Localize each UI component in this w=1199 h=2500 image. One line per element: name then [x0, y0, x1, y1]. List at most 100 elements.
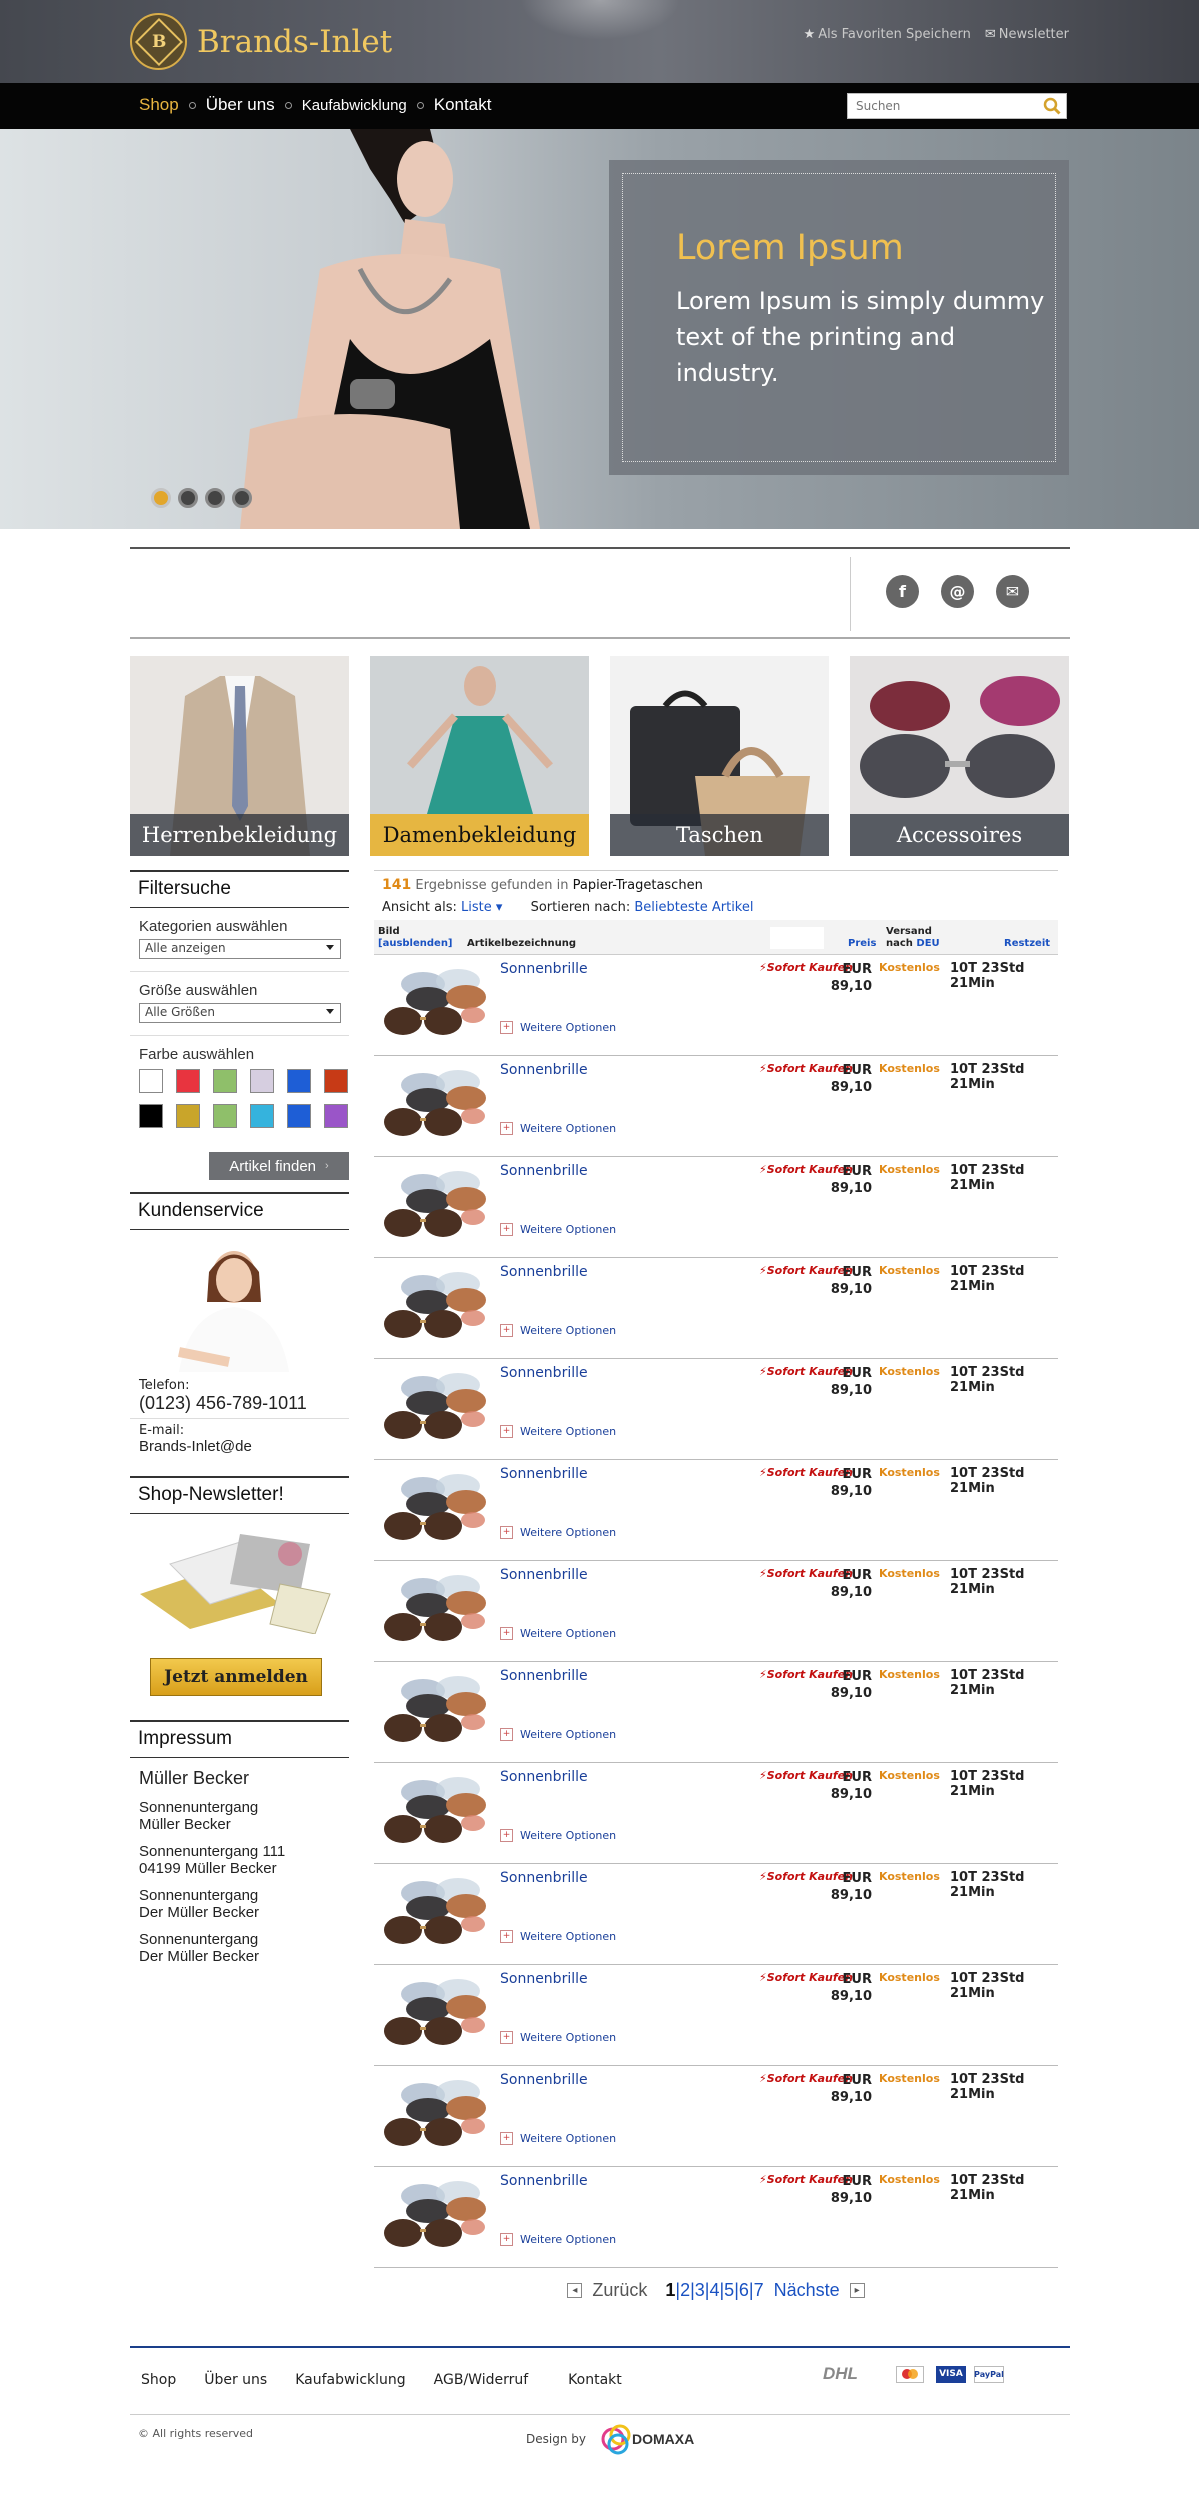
page-link[interactable]: 5: [724, 2280, 734, 2300]
category-tile-damen[interactable]: Damenbekleidung: [370, 656, 589, 856]
color-swatch[interactable]: [250, 1104, 274, 1128]
next-link[interactable]: Nächste: [774, 2280, 840, 2301]
category-tile-herren[interactable]: Herrenbekleidung: [130, 656, 349, 856]
product-name[interactable]: Sonnenbrille: [500, 1365, 588, 1381]
table-row[interactable]: Sonnenbrille + Weitere Optionen ⚡Sofort Kau…: [374, 1359, 1058, 1460]
table-row[interactable]: Sonnenbrille + Weitere Optionen ⚡Sofort Kau…: [374, 2167, 1058, 2268]
nav-item-kaufabwicklung[interactable]: Kaufabwicklung: [302, 97, 407, 114]
nav-item-kontakt[interactable]: Kontakt: [434, 95, 492, 115]
facebook-icon[interactable]: f: [886, 575, 919, 608]
more-options-link[interactable]: + Weitere Optionen: [500, 1728, 616, 1741]
slider-dot[interactable]: [178, 488, 198, 508]
category-select[interactable]: Alle anzeigen: [139, 939, 341, 959]
color-swatch[interactable]: [176, 1104, 200, 1128]
slider-dot[interactable]: [151, 488, 171, 508]
domaxa-logo-icon[interactable]: DOMAXA: [598, 2419, 694, 2459]
at-sign-icon[interactable]: @: [941, 575, 974, 608]
table-row[interactable]: Sonnenbrille + Weitere Optionen ⚡Sofort Kau…: [374, 1561, 1058, 1662]
table-row[interactable]: Sonnenbrille + Weitere Optionen ⚡Sofort Kau…: [374, 1258, 1058, 1359]
search-button[interactable]: [1042, 96, 1062, 116]
color-swatch[interactable]: [250, 1069, 274, 1093]
col-remaining[interactable]: Restzeit: [1004, 938, 1050, 950]
footer-link-kaufabwicklung[interactable]: Kaufabwicklung: [295, 2372, 405, 2388]
more-options-link[interactable]: + Weitere Optionen: [500, 2031, 616, 2044]
more-options-link[interactable]: + Weitere Optionen: [500, 1324, 616, 1337]
color-swatch[interactable]: [287, 1104, 311, 1128]
more-options-link[interactable]: + Weitere Optionen: [500, 1223, 616, 1236]
chevron-down-icon: [326, 1009, 334, 1014]
product-name[interactable]: Sonnenbrille: [500, 1567, 588, 1583]
table-row[interactable]: Sonnenbrille + Weitere Optionen ⚡Sofort Kau…: [374, 1662, 1058, 1763]
more-options-link[interactable]: + Weitere Optionen: [500, 1930, 616, 1943]
product-name[interactable]: Sonnenbrille: [500, 2072, 588, 2088]
mail-icon[interactable]: ✉: [996, 575, 1029, 608]
subscribe-button[interactable]: Jetzt anmelden: [150, 1658, 322, 1696]
sort-select[interactable]: Beliebteste Artikel: [634, 900, 753, 915]
table-row[interactable]: Sonnenbrille + Weitere Optionen ⚡Sofort Kau…: [374, 1965, 1058, 2066]
col-price[interactable]: Preis: [848, 938, 876, 950]
table-row[interactable]: Sonnenbrille + Weitere Optionen ⚡Sofort Kau…: [374, 1763, 1058, 1864]
product-name[interactable]: Sonnenbrille: [500, 1264, 588, 1280]
category-tile-accessoires[interactable]: Accessoires: [850, 656, 1069, 856]
color-swatch[interactable]: [139, 1069, 163, 1093]
page-link[interactable]: 6: [739, 2280, 749, 2300]
table-row[interactable]: Sonnenbrille + Weitere Optionen ⚡Sofort Kau…: [374, 1056, 1058, 1157]
product-name[interactable]: Sonnenbrille: [500, 1870, 588, 1886]
product-price: EUR 89,10: [830, 1467, 872, 1499]
size-select[interactable]: Alle Größen: [139, 1003, 341, 1023]
table-row[interactable]: Sonnenbrille + Weitere Optionen ⚡Sofort Kau…: [374, 2066, 1058, 2167]
view-select[interactable]: Liste ▾: [461, 900, 502, 915]
page-link[interactable]: 3: [695, 2280, 705, 2300]
table-row[interactable]: Sonnenbrille + Weitere Optionen ⚡Sofort Kau…: [374, 1460, 1058, 1561]
category-tile-taschen[interactable]: Taschen: [610, 656, 829, 856]
slider-dot[interactable]: [232, 488, 252, 508]
more-options-link[interactable]: + Weitere Optionen: [500, 1021, 616, 1034]
more-options-link[interactable]: + Weitere Optionen: [500, 1526, 616, 1539]
product-name[interactable]: Sonnenbrille: [500, 1971, 588, 1987]
more-options-link[interactable]: + Weitere Optionen: [500, 1425, 616, 1438]
product-name[interactable]: Sonnenbrille: [500, 1163, 588, 1179]
product-name[interactable]: Sonnenbrille: [500, 1062, 588, 1078]
table-row[interactable]: Sonnenbrille + Weitere Optionen ⚡Sofort Kau…: [374, 1864, 1058, 1965]
color-swatch[interactable]: [287, 1069, 311, 1093]
page-link[interactable]: 4: [709, 2280, 719, 2300]
prev-link[interactable]: Zurück: [592, 2280, 647, 2301]
table-row[interactable]: Sonnenbrille + Weitere Optionen ⚡Sofort Kau…: [374, 1157, 1058, 1258]
product-name[interactable]: Sonnenbrille: [500, 1769, 588, 1785]
page-link[interactable]: 2: [680, 2280, 690, 2300]
slider-dot[interactable]: [205, 488, 225, 508]
logo[interactable]: B Brands-Inlet: [130, 13, 392, 70]
color-swatch[interactable]: [176, 1069, 200, 1093]
nav-item-ueber-uns[interactable]: Über uns: [206, 95, 275, 115]
next-arrow-icon[interactable]: ▸: [849, 2283, 865, 2298]
table-row[interactable]: Sonnenbrille + Weitere Optionen ⚡Sofort Kau…: [374, 955, 1058, 1056]
color-swatch[interactable]: [213, 1104, 237, 1128]
footer-link-agb[interactable]: AGB/Widerruf: [434, 2372, 529, 2388]
newsletter-link[interactable]: ✉ Newsletter: [985, 27, 1069, 42]
more-options-link[interactable]: + Weitere Optionen: [500, 2132, 616, 2145]
color-swatch[interactable]: [213, 1069, 237, 1093]
email-address[interactable]: Brands-Inlet@de: [139, 1438, 340, 1455]
page-link[interactable]: 7: [754, 2280, 764, 2300]
product-name[interactable]: Sonnenbrille: [500, 1466, 588, 1482]
footer-link-shop[interactable]: Shop: [141, 2372, 176, 2388]
hide-images-link[interactable]: [ausblenden]: [378, 938, 453, 950]
prev-arrow-icon[interactable]: ◂: [567, 2283, 583, 2298]
more-options-link[interactable]: + Weitere Optionen: [500, 1122, 616, 1135]
footer-link-kontakt[interactable]: Kontakt: [568, 2372, 622, 2388]
product-name[interactable]: Sonnenbrille: [500, 2173, 588, 2189]
color-swatch[interactable]: [324, 1069, 348, 1093]
color-swatch[interactable]: [324, 1104, 348, 1128]
more-options-link[interactable]: + Weitere Optionen: [500, 2233, 616, 2246]
search-input[interactable]: [848, 94, 1028, 118]
product-name[interactable]: Sonnenbrille: [500, 961, 588, 977]
color-swatch[interactable]: [139, 1104, 163, 1128]
nav-item-shop[interactable]: Shop: [139, 95, 179, 115]
find-articles-button[interactable]: Artikel finden ›: [209, 1152, 349, 1180]
page-current[interactable]: 1: [665, 2280, 675, 2300]
favorites-link[interactable]: ★ Als Favoriten Speichern: [804, 27, 971, 42]
more-options-link[interactable]: + Weitere Optionen: [500, 1829, 616, 1842]
footer-link-ueber-uns[interactable]: Über uns: [204, 2372, 267, 2388]
product-name[interactable]: Sonnenbrille: [500, 1668, 588, 1684]
more-options-link[interactable]: + Weitere Optionen: [500, 1627, 616, 1640]
